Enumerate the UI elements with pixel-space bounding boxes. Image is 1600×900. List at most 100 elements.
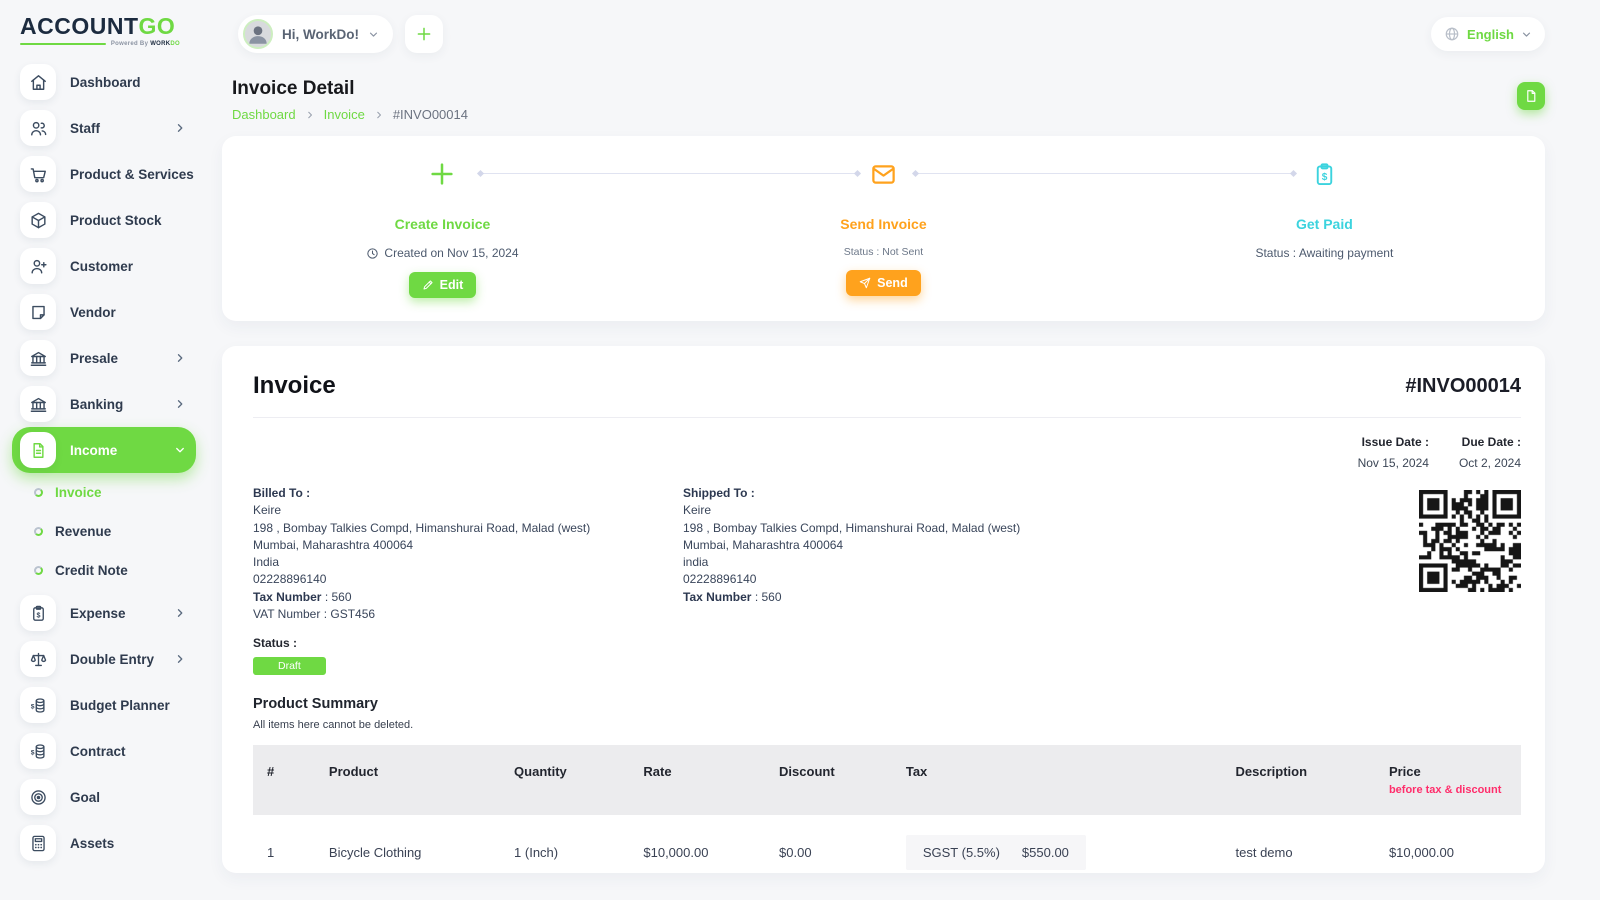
edit-invoice-button[interactable]: Edit (408, 272, 477, 298)
app-logo[interactable]: ACCOUNTGO Powered By WORKDO (0, 0, 208, 51)
language-selector[interactable]: English (1431, 17, 1545, 51)
sidebar: ACCOUNTGO Powered By WORKDO Dashboard St… (0, 0, 208, 900)
col-discount: Discount (769, 745, 896, 816)
sidebar-item-revenue[interactable]: Revenue (34, 512, 208, 551)
sidebar-item-staff[interactable]: Staff (12, 105, 196, 151)
sidebar-nav: Dashboard Staff Product & Services Produ… (0, 51, 208, 866)
sidebar-item-income[interactable]: Income (12, 427, 196, 473)
sidebar-item-credit-note[interactable]: Credit Note (34, 551, 208, 590)
language-label: English (1467, 26, 1514, 42)
invoice-detail-card: Invoice #INVO00014 Issue Date : Nov 15, … (222, 346, 1545, 873)
step-info: Status : Not Sent (843, 246, 924, 258)
due-date-value: Oct 2, 2024 (1458, 456, 1521, 470)
col-product: Product (318, 745, 505, 816)
cell-price: $10,000.00 (1388, 845, 1455, 861)
target-icon (20, 779, 56, 815)
chevron-down-icon (174, 444, 186, 456)
bullet-icon (34, 488, 43, 497)
sidebar-item-product-services[interactable]: Product & Services (12, 151, 196, 197)
chevron-right-icon (305, 110, 315, 120)
cell-description: test demo (1235, 845, 1293, 861)
sidebar-item-presale[interactable]: Presale (12, 335, 196, 381)
chevron-right-icon (174, 352, 186, 364)
send-invoice-button[interactable]: Send (846, 270, 921, 296)
sidebar-item-double-entry[interactable]: Double Entry (12, 636, 196, 682)
chevron-right-icon (174, 653, 186, 665)
sidebar-item-expense[interactable]: Expense (12, 590, 196, 636)
step-create-invoice: Create Invoice Created on Nov 15, 2024 E… (222, 157, 663, 298)
user-plus-icon (20, 248, 56, 284)
step-title: Get Paid (1295, 216, 1353, 232)
chevron-right-icon (174, 122, 186, 134)
sidebar-item-contract[interactable]: Contract (12, 728, 196, 774)
chevron-right-icon (374, 110, 384, 120)
scales-icon (20, 641, 56, 677)
sidebar-item-invoice[interactable]: Invoice (34, 473, 208, 512)
shipped-to-block: Shipped To : Keire 198 , Bombay Talkies … (683, 486, 1021, 604)
chevron-right-icon (174, 398, 186, 410)
sidebar-item-budget-planner[interactable]: Budget Planner (12, 682, 196, 728)
logo-text: ACCOUNTGO (20, 13, 176, 39)
breadcrumb-invoice[interactable]: Invoice (324, 107, 365, 122)
cell-tax: SGST (5.5%) $550.00 (896, 815, 1226, 873)
issue-date-value: Nov 15, 2024 (1357, 456, 1429, 470)
clock-icon (366, 247, 379, 260)
sidebar-item-vendor[interactable]: Vendor (12, 289, 196, 335)
chevron-right-icon (174, 607, 186, 619)
mail-icon (870, 157, 897, 191)
billed-to-block: Billed To : Keire 198 , Bombay Talkies C… (253, 486, 591, 622)
document-icon (20, 432, 56, 468)
sidebar-item-label: Budget Planner (70, 697, 170, 713)
sidebar-item-customer[interactable]: Customer (12, 243, 196, 289)
user-menu[interactable]: Hi, WorkDo! (238, 15, 393, 53)
chevron-down-icon (368, 29, 379, 40)
breadcrumb-current: #INVO00014 (392, 107, 468, 122)
quick-add-button[interactable] (405, 15, 443, 53)
sidebar-item-dashboard[interactable]: Dashboard (12, 59, 196, 105)
avatar (243, 19, 273, 49)
status-label: Status : (253, 636, 298, 651)
chevron-down-icon (1521, 29, 1532, 40)
sidebar-item-label: Product & Services (70, 166, 194, 182)
status-badge: Draft (253, 657, 326, 676)
sidebar-subitem-label: Revenue (55, 524, 112, 539)
product-summary-note: All items here cannot be deleted. (253, 719, 414, 732)
sidebar-item-assets[interactable]: Assets (12, 820, 196, 866)
calculator-icon (20, 825, 56, 861)
sidebar-subitem-label: Credit Note (55, 563, 128, 578)
export-invoice-button[interactable] (1517, 82, 1545, 110)
product-table: # Product Quantity Rate Discount Tax Des… (253, 745, 1521, 873)
status-block: Status : Draft (253, 636, 1521, 676)
sidebar-item-label: Income (70, 442, 118, 458)
table-header-row: # Product Quantity Rate Discount Tax Des… (253, 745, 1521, 816)
coins-icon (20, 733, 56, 769)
breadcrumb-dashboard[interactable]: Dashboard (232, 107, 296, 122)
invoice-heading: Invoice (253, 372, 336, 399)
home-icon (20, 64, 56, 100)
cube-icon (20, 202, 56, 238)
logo-tagline: Powered By WORKDO (20, 41, 180, 47)
cell-rate: $10,000.00 (643, 845, 709, 861)
table-row: 1 Bicycle Clothing 1 (Inch) $10,000.00 $… (253, 815, 1521, 873)
col-tax: Tax (895, 745, 1226, 816)
sidebar-item-product-stock[interactable]: Product Stock (12, 197, 196, 243)
bullet-icon (34, 527, 43, 536)
step-send-invoice: Send Invoice Status : Not Sent Send (663, 157, 1104, 298)
breadcrumb: Dashboard Invoice #INVO00014 (232, 107, 468, 122)
price-note: before tax & discount (1388, 784, 1502, 797)
sidebar-item-goal[interactable]: Goal (12, 774, 196, 820)
greeting-text: Hi, WorkDo! (282, 26, 359, 42)
coins-icon (20, 687, 56, 723)
step-title: Create Invoice (394, 216, 491, 232)
sidebar-item-label: Product Stock (70, 212, 162, 228)
col-description: Description (1225, 745, 1379, 816)
topbar: Hi, WorkDo! English (222, 0, 1545, 58)
sidebar-item-label: Goal (70, 789, 101, 805)
users-icon (20, 110, 56, 146)
sidebar-item-label: Contract (70, 743, 126, 759)
sidebar-item-banking[interactable]: Banking (12, 381, 196, 427)
cell-discount: $0.00 (779, 845, 812, 861)
step-title: Send Invoice (840, 216, 927, 232)
col-price: Price before tax & discount (1378, 745, 1521, 816)
invoice-number: #INVO00014 (1405, 374, 1521, 397)
